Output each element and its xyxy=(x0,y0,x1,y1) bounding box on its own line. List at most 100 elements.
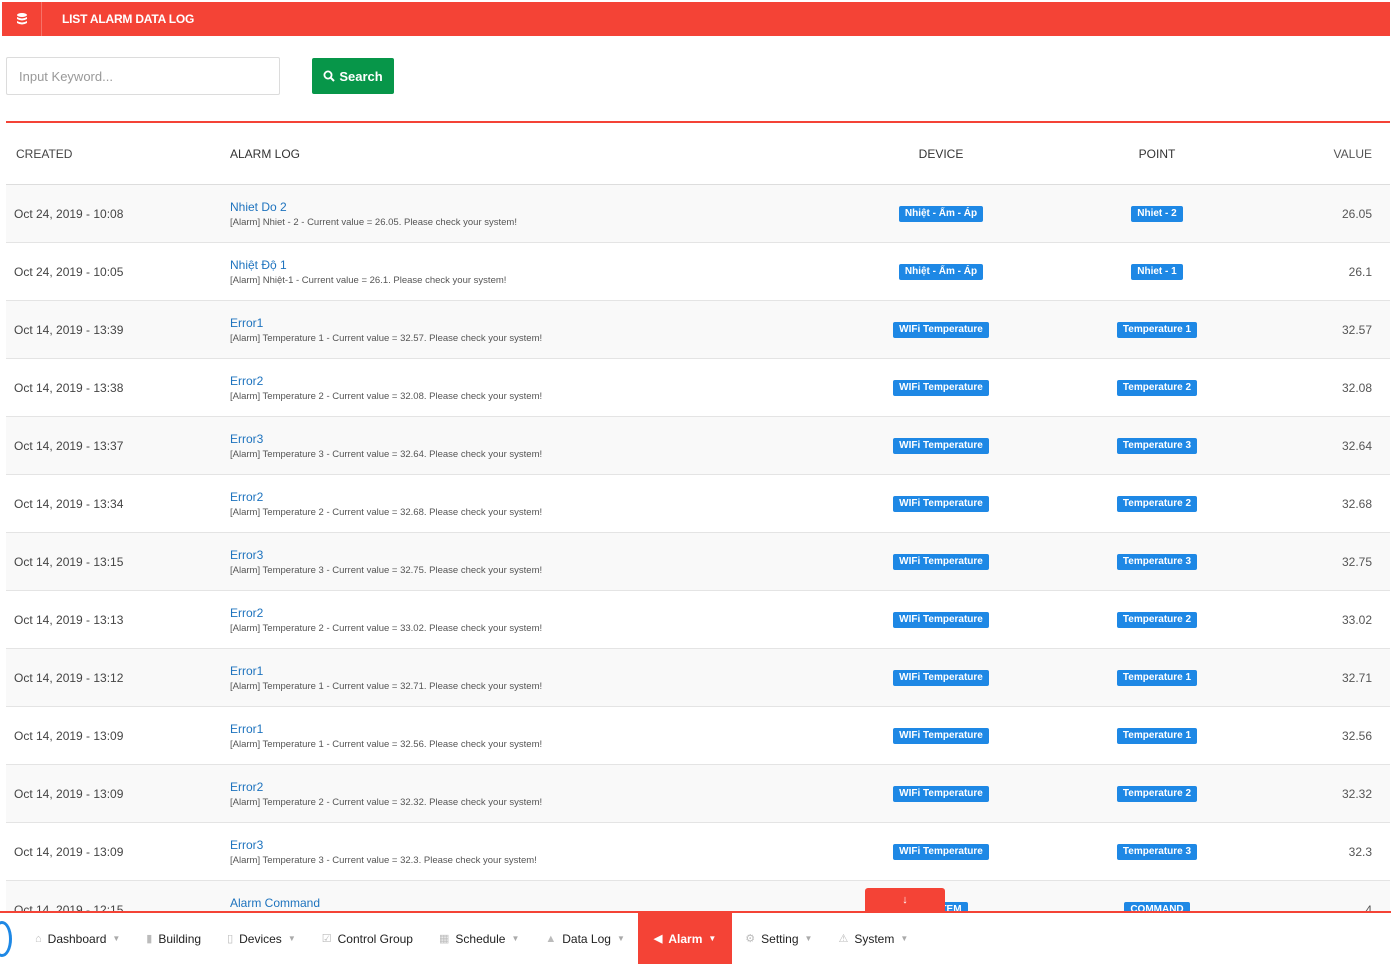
point-badge: Nhiet - 2 xyxy=(1131,206,1183,222)
point-badge: Temperature 3 xyxy=(1116,844,1198,860)
cell-value: 26.05 xyxy=(1341,206,1372,221)
calendar-icon: ▦ xyxy=(438,933,450,945)
chevron-down-icon: ▼ xyxy=(708,934,717,943)
cell-point: Temperature 2 xyxy=(1054,611,1260,628)
cell-value: 33.02 xyxy=(1341,612,1372,627)
nav-item-devices[interactable]: ▯ Devices ▼ xyxy=(214,913,309,964)
alarm-title-link[interactable]: Error1 xyxy=(230,722,828,736)
cell-alarm-log: Error1 [Alarm] Temperature 1 - Current va… xyxy=(222,722,828,750)
device-badge: WIFi Temperature xyxy=(893,612,989,628)
col-device-header[interactable]: DEVICE xyxy=(828,147,1054,161)
cell-alarm-log: Error3 [Alarm] Temperature 3 - Current va… xyxy=(222,432,828,460)
alarm-title-link[interactable]: Nhiệt Độ 1 xyxy=(230,258,828,272)
cell-value: 32.57 xyxy=(1341,322,1372,337)
cell-alarm-log: Error2 [Alarm] Temperature 2 - Current va… xyxy=(222,374,828,402)
col-point-header[interactable]: POINT xyxy=(1054,147,1260,161)
cell-point: Nhiet - 2 xyxy=(1054,205,1260,222)
point-badge: Temperature 1 xyxy=(1116,322,1198,338)
cell-device: WIFi Temperature xyxy=(828,727,1054,744)
table-row: Oct 24, 2019 - 10:08 Nhiet Do 2 [Alarm] Nh… xyxy=(6,185,1390,243)
alarm-title-link[interactable]: Error3 xyxy=(230,838,828,852)
cell-point: Temperature 2 xyxy=(1054,495,1260,512)
search-button[interactable]: Search xyxy=(312,58,394,94)
cell-device: WIFi Temperature xyxy=(828,321,1054,338)
nav-item-alarm[interactable]: ◀ Alarm ▼ xyxy=(637,913,733,964)
cell-created: Oct 24, 2019 - 10:05 xyxy=(14,264,124,279)
alarm-title-link[interactable]: Error2 xyxy=(230,780,828,794)
cell-point: Temperature 2 xyxy=(1054,379,1260,396)
alarm-message: [Alarm] Temperature 3 - Current value = … xyxy=(230,854,537,866)
nav-item-data-log[interactable]: ▲ Data Log ▼ xyxy=(532,913,638,964)
device-badge: WIFi Temperature xyxy=(893,322,989,338)
device-badge: WIFi Temperature xyxy=(893,438,989,454)
table-row: Oct 14, 2019 - 13:15 Error3 [Alarm] Temper… xyxy=(6,533,1390,591)
alarm-message: [Alarm] Temperature 3 - Current value = … xyxy=(230,564,543,576)
cell-created: Oct 14, 2019 - 13:13 xyxy=(14,612,124,627)
cell-value: 32.3 xyxy=(1348,844,1372,859)
cell-created: Oct 14, 2019 - 13:38 xyxy=(14,380,124,395)
cell-value: 32.08 xyxy=(1341,380,1372,395)
nav-item-dashboard[interactable]: ⌂ Dashboard ▼ xyxy=(22,913,133,964)
chevron-down-icon: ▼ xyxy=(511,934,520,943)
table-row: Oct 14, 2019 - 13:39 Error1 [Alarm] Temper… xyxy=(6,301,1390,359)
alarm-title-link[interactable]: Alarm Command xyxy=(230,896,828,910)
chevron-down-icon: ▼ xyxy=(900,934,909,943)
cell-device: WIFi Temperature xyxy=(828,669,1054,686)
warning-icon: ⚠ xyxy=(838,933,849,945)
point-badge: Temperature 3 xyxy=(1116,554,1198,570)
nav-item-label: Devices xyxy=(239,931,282,946)
alarm-title-link[interactable]: Nhiet Do 2 xyxy=(230,200,828,214)
table-row: Oct 14, 2019 - 13:13 Error2 [Alarm] Temper… xyxy=(6,591,1390,649)
scroll-down-button[interactable]: ↓ xyxy=(865,888,945,912)
cell-point: Temperature 1 xyxy=(1054,727,1260,744)
cell-point: Temperature 1 xyxy=(1054,669,1260,686)
col-alarm-log-header[interactable]: ALARM LOG xyxy=(222,147,828,161)
alarm-title-link[interactable]: Error1 xyxy=(230,316,828,330)
alarm-title-link[interactable]: Error2 xyxy=(230,374,828,388)
device-badge: WIFi Temperature xyxy=(893,728,989,744)
alarm-message: [Alarm] Temperature 1 - Current value = … xyxy=(230,738,543,750)
col-created-header[interactable]: CREATED xyxy=(6,147,222,161)
device-icon: ▯ xyxy=(227,933,234,945)
nav-item-setting[interactable]: ⚙ Setting ▼ xyxy=(732,913,825,964)
alarm-title-link[interactable]: Error2 xyxy=(230,490,828,504)
alarm-title-link[interactable]: Error3 xyxy=(230,548,828,562)
nav-item-schedule[interactable]: ▦ Schedule ▼ xyxy=(426,913,532,964)
cell-value: 26.1 xyxy=(1348,264,1372,279)
alarm-message: [Alarm] Temperature 1 - Current value = … xyxy=(230,680,543,692)
col-value-header[interactable]: VALUE xyxy=(1260,147,1390,161)
table-row: Oct 14, 2019 - 13:09 Error3 [Alarm] Temper… xyxy=(6,823,1390,881)
point-badge: Temperature 1 xyxy=(1116,670,1198,686)
page-header: LIST ALARM DATA LOG xyxy=(2,2,1390,36)
table-row: Oct 24, 2019 - 10:05 Nhiệt Độ 1 [Alarm] Nh… xyxy=(6,243,1390,301)
nav-item-building[interactable]: ▮ Building xyxy=(133,913,214,964)
cell-alarm-log: Error3 [Alarm] Temperature 3 - Current va… xyxy=(222,838,828,866)
table-header: CREATED ALARM LOG DEVICE POINT VALUE xyxy=(6,123,1390,185)
point-badge: Temperature 3 xyxy=(1116,438,1198,454)
cell-point: Temperature 3 xyxy=(1054,437,1260,454)
cell-point: Temperature 1 xyxy=(1054,321,1260,338)
cell-alarm-log: Nhiet Do 2 [Alarm] Nhiet - 2 - Current va… xyxy=(222,200,828,228)
cell-alarm-log: Error1 [Alarm] Temperature 1 - Current va… xyxy=(222,316,828,344)
nav-item-system[interactable]: ⚠ System ▼ xyxy=(825,913,921,964)
alarm-title-link[interactable]: Error1 xyxy=(230,664,828,678)
cell-created: Oct 14, 2019 - 13:12 xyxy=(14,670,124,685)
cell-point: Temperature 3 xyxy=(1054,843,1260,860)
chevron-down-icon: ▼ xyxy=(112,934,121,943)
alarm-message: [Alarm] Temperature 1 - Current value = … xyxy=(230,332,543,344)
nav-item-control-group[interactable]: ☑ Control Group xyxy=(309,913,426,964)
cell-value: 32.75 xyxy=(1341,554,1372,569)
cell-created: Oct 14, 2019 - 13:15 xyxy=(14,554,124,569)
check-icon: ☑ xyxy=(321,933,332,945)
building-icon: ▮ xyxy=(146,933,153,945)
database-icon xyxy=(2,2,42,36)
gears-icon: ⚙ xyxy=(745,933,756,945)
device-badge: WIFi Temperature xyxy=(893,496,989,512)
table-row: Oct 14, 2019 - 13:12 Error1 [Alarm] Temper… xyxy=(6,649,1390,707)
alarm-title-link[interactable]: Error2 xyxy=(230,606,828,620)
search-input[interactable] xyxy=(6,57,280,95)
megaphone-icon: ◀ xyxy=(653,933,663,945)
table-row: Oct 14, 2019 - 13:09 Error2 [Alarm] Temper… xyxy=(6,765,1390,823)
alarm-title-link[interactable]: Error3 xyxy=(230,432,828,446)
search-button-label: Search xyxy=(339,68,383,84)
